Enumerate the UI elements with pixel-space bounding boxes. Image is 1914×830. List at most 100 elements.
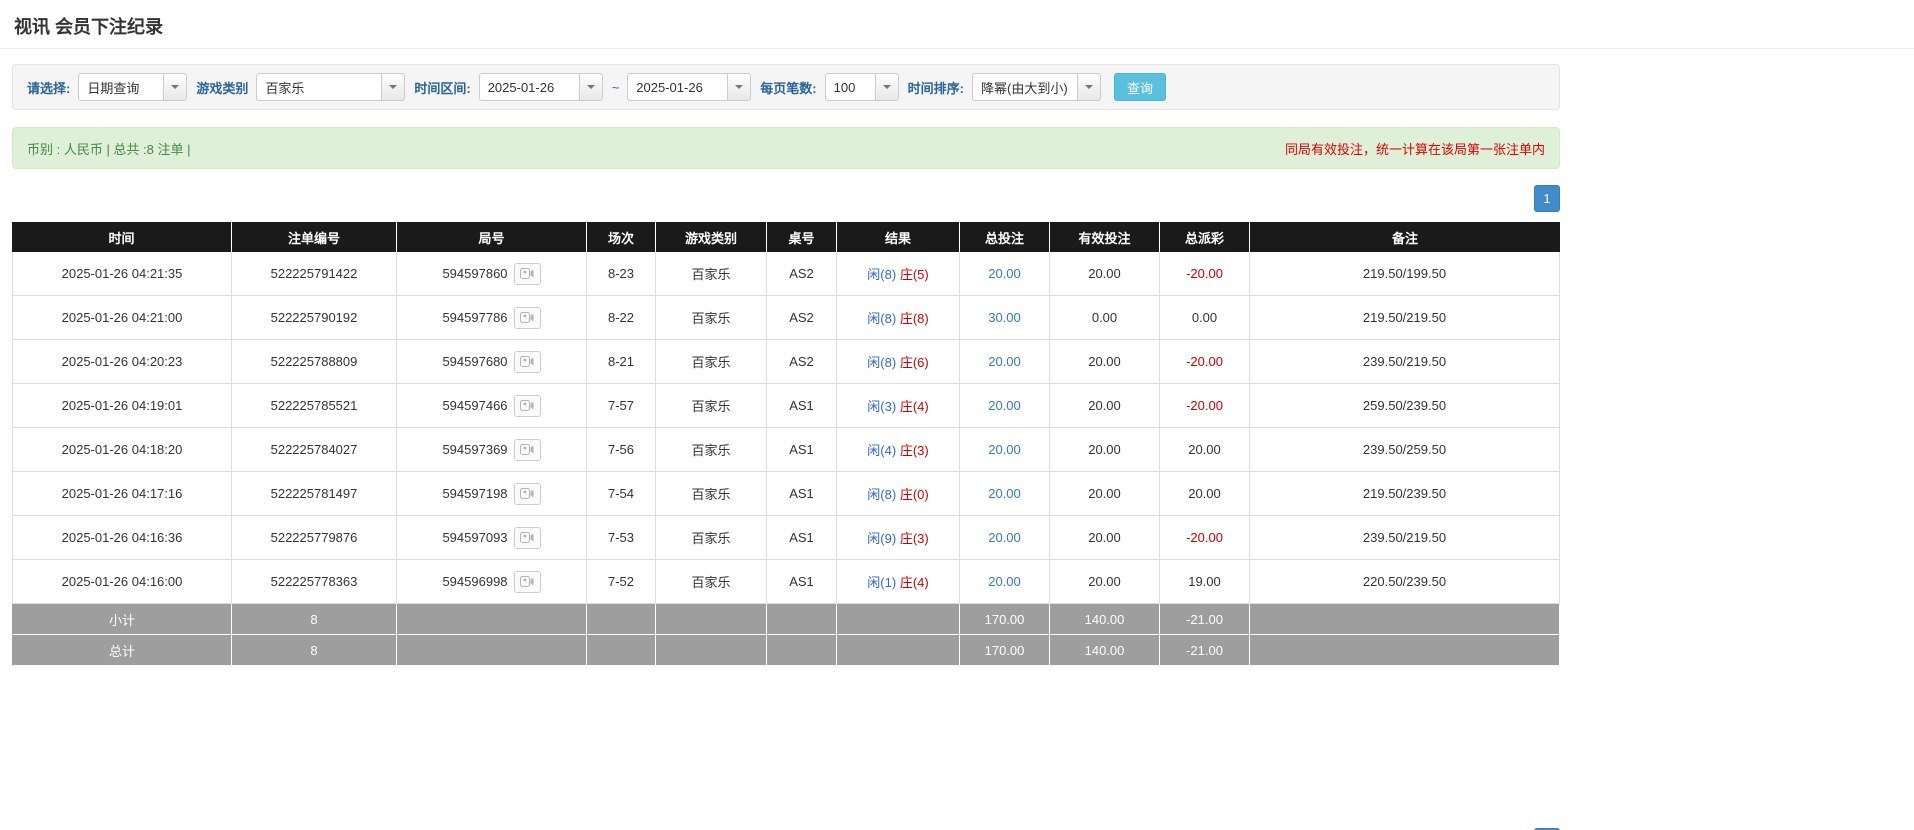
cell-payout: 20.00 [1160,472,1250,516]
video-camera-icon [520,356,534,367]
total-bet-link[interactable]: 30.00 [988,310,1021,325]
page-title: 视讯 会员下注纪录 [14,13,1914,39]
cell-game: 百家乐 [656,472,767,516]
round-video-button[interactable] [514,395,541,417]
cell-table-no: AS2 [767,296,837,340]
cell-session: 7-56 [587,428,656,472]
round-no: 594596998 [442,574,507,589]
date-from-dropdown-button[interactable] [579,73,603,101]
round-video-button[interactable] [514,571,541,593]
payout-value: -20.00 [1186,266,1223,281]
game-type-input[interactable] [256,73,382,101]
result-banker: 庄(4) [900,399,929,414]
cell-valid-bet: 20.00 [1050,472,1160,516]
query-type-input[interactable] [78,73,164,101]
cell-bet-no: 522225785521 [232,384,397,428]
cell-session: 7-53 [587,516,656,560]
cell-valid-bet: 20.00 [1050,560,1160,604]
date-from-input[interactable] [479,73,580,101]
page-button-1[interactable]: 1 [1534,185,1560,212]
total-bet-link[interactable]: 20.00 [988,354,1021,369]
cell-time: 2025-01-26 04:20:23 [12,340,232,384]
table-footer: 小计8170.00140.00-21.00总计8170.00140.00-21.… [12,604,1560,666]
cell-table-no: AS1 [767,428,837,472]
search-button[interactable]: 查询 [1114,73,1166,101]
footer-label: 小计 [12,604,232,635]
cell-payout: 19.00 [1160,560,1250,604]
cell-remark: 239.50/219.50 [1250,516,1560,560]
round-no: 594597860 [442,266,507,281]
cell-time: 2025-01-26 04:18:20 [12,428,232,472]
cell-time: 2025-01-26 04:16:36 [12,516,232,560]
cell-table-no: AS1 [767,472,837,516]
cell-round-no: 594597466 [397,384,587,428]
query-type-label: 请选择: [27,78,70,97]
cell-valid-bet: 20.00 [1050,384,1160,428]
cell-bet-no: 522225790192 [232,296,397,340]
cell-result: 闲(3) 庄(4) [837,384,960,428]
col-header-remark: 备注 [1250,222,1560,252]
result-player: 闲(4) [867,443,896,458]
cell-session: 8-21 [587,340,656,384]
cell-table-no: AS1 [767,560,837,604]
footer-label: 总计 [12,635,232,666]
col-header-time: 时间 [12,222,232,252]
game-type-dropdown-button[interactable] [381,73,405,101]
sort-order-input[interactable] [972,73,1078,101]
game-type-label: 游戏类别 [196,78,248,97]
video-camera-icon [520,576,534,587]
date-to-input[interactable] [627,73,728,101]
cell-total-bet: 20.00 [960,516,1050,560]
round-video-button[interactable] [514,483,541,505]
cell-total-bet: 20.00 [960,340,1050,384]
cell-table-no: AS1 [767,384,837,428]
video-camera-icon [520,268,534,279]
round-no: 594597198 [442,486,507,501]
result-banker: 庄(6) [900,355,929,370]
sort-order-dropdown-button[interactable] [1077,73,1101,101]
cell-time: 2025-01-26 04:17:16 [12,472,232,516]
round-video-button[interactable] [514,439,541,461]
footer-count: 8 [232,635,397,666]
cell-bet-no: 522225788809 [232,340,397,384]
chevron-down-icon [587,85,595,89]
total-bet-link[interactable]: 20.00 [988,398,1021,413]
result-player: 闲(8) [867,267,896,282]
cell-bet-no: 522225778363 [232,560,397,604]
total-bet-link[interactable]: 20.00 [988,266,1021,281]
cell-payout: -20.00 [1160,516,1250,560]
result-banker: 庄(4) [900,575,929,590]
cell-result: 闲(4) 庄(3) [837,428,960,472]
cell-valid-bet: 20.00 [1050,252,1160,296]
footer-payout: -21.00 [1160,635,1250,666]
total-bet-link[interactable]: 20.00 [988,442,1021,457]
query-type-dropdown-button[interactable] [163,73,187,101]
total-row: 总计8170.00140.00-21.00 [12,635,1560,666]
footer-total-bet: 170.00 [960,635,1050,666]
cell-session: 7-57 [587,384,656,428]
total-bet-link[interactable]: 20.00 [988,574,1021,589]
total-bet-link[interactable]: 20.00 [988,530,1021,545]
cell-remark: 259.50/239.50 [1250,384,1560,428]
cell-remark: 239.50/259.50 [1250,428,1560,472]
round-video-button[interactable] [514,527,541,549]
footer-count: 8 [232,604,397,635]
cell-round-no: 594597860 [397,252,587,296]
round-video-button[interactable] [514,351,541,373]
cell-game: 百家乐 [656,560,767,604]
result-player: 闲(8) [867,487,896,502]
payout-value: 20.00 [1188,442,1221,457]
time-range-label: 时间区间: [414,78,470,97]
table-row: 2025-01-26 04:16:00522225778363594596998… [12,560,1560,604]
cell-result: 闲(1) 庄(4) [837,560,960,604]
cell-total-bet: 20.00 [960,252,1050,296]
result-player: 闲(8) [867,311,896,326]
round-video-button[interactable] [514,307,541,329]
result-banker: 庄(3) [900,531,929,546]
page-size-dropdown-button[interactable] [875,73,899,101]
total-bet-link[interactable]: 20.00 [988,486,1021,501]
date-to-dropdown-button[interactable] [727,73,751,101]
member-bet-records-page: 请选择: 游戏类别 时间区间: ~ 每页笔数: 时间排序: [12,64,1560,830]
round-video-button[interactable] [514,263,541,285]
page-size-input[interactable] [825,73,876,101]
